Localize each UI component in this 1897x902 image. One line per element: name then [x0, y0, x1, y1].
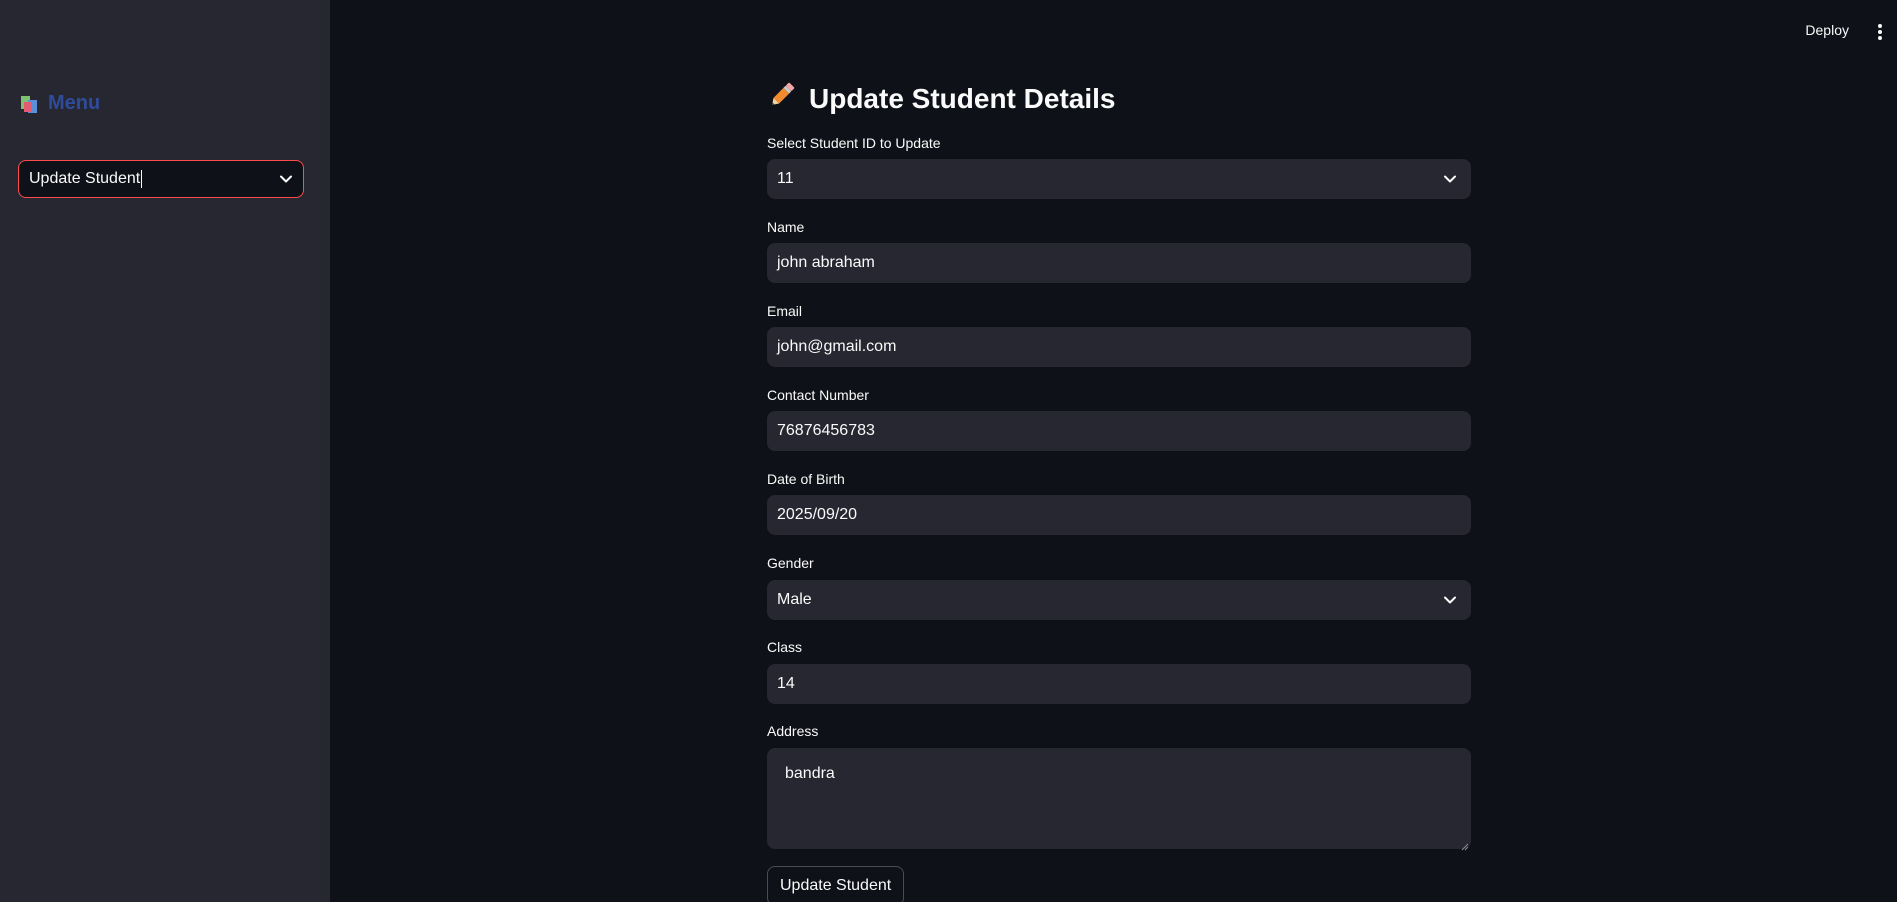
contact-value: 76876456783 — [777, 422, 875, 439]
class-label: Class — [767, 639, 803, 655]
class-input[interactable]: 14 — [767, 664, 1471, 704]
update-student-button[interactable]: Update Student — [767, 866, 905, 902]
deploy-button[interactable]: Deploy — [1805, 22, 1849, 38]
text-cursor — [141, 170, 143, 188]
name-value: john abraham — [777, 254, 875, 271]
student-id-select[interactable]: 11 — [767, 159, 1471, 199]
address-label: Address — [767, 723, 819, 739]
dob-input[interactable]: 2025/09/20 — [767, 495, 1471, 535]
app-root: Menu Update Student Deploy Update Studen… — [0, 0, 1897, 902]
sidebar-nav-select-value: Update Student — [29, 170, 141, 187]
email-input[interactable]: john@gmail.com — [767, 327, 1471, 367]
gender-label: Gender — [767, 555, 814, 571]
gender-value: Male — [777, 591, 812, 608]
kebab-vertical-icon[interactable] — [1877, 24, 1883, 40]
chevron-down-icon[interactable] — [1443, 172, 1457, 186]
email-value: john@gmail.com — [777, 338, 897, 355]
dob-label: Date of Birth — [767, 471, 845, 487]
chevron-down-icon[interactable] — [1443, 593, 1457, 607]
contact-label: Contact Number — [767, 387, 869, 403]
page-title: Update Student Details — [767, 80, 1115, 117]
name-input[interactable]: john abraham — [767, 243, 1471, 283]
student-id-value: 11 — [777, 170, 794, 187]
class-value: 14 — [777, 675, 795, 692]
contact-input[interactable]: 76876456783 — [767, 411, 1471, 451]
name-label: Name — [767, 219, 805, 235]
address-value: bandra — [785, 765, 835, 782]
books-icon — [20, 94, 42, 114]
resize-grip-icon[interactable] — [1460, 838, 1469, 851]
sidebar-nav-select[interactable]: Update Student — [18, 160, 304, 198]
chevron-down-icon[interactable] — [279, 172, 293, 186]
gender-select[interactable]: Male — [767, 580, 1471, 620]
student-id-label: Select Student ID to Update — [767, 135, 941, 151]
address-textarea[interactable]: bandra — [767, 748, 1471, 851]
sidebar: Menu Update Student — [0, 0, 330, 902]
dob-value: 2025/09/20 — [777, 506, 858, 523]
pencil-icon — [767, 80, 797, 117]
page-title-text: Update Student Details — [809, 82, 1116, 114]
menu-title: Menu — [48, 92, 101, 114]
sidebar-heading: Menu — [20, 92, 100, 115]
email-label: Email — [767, 303, 803, 319]
